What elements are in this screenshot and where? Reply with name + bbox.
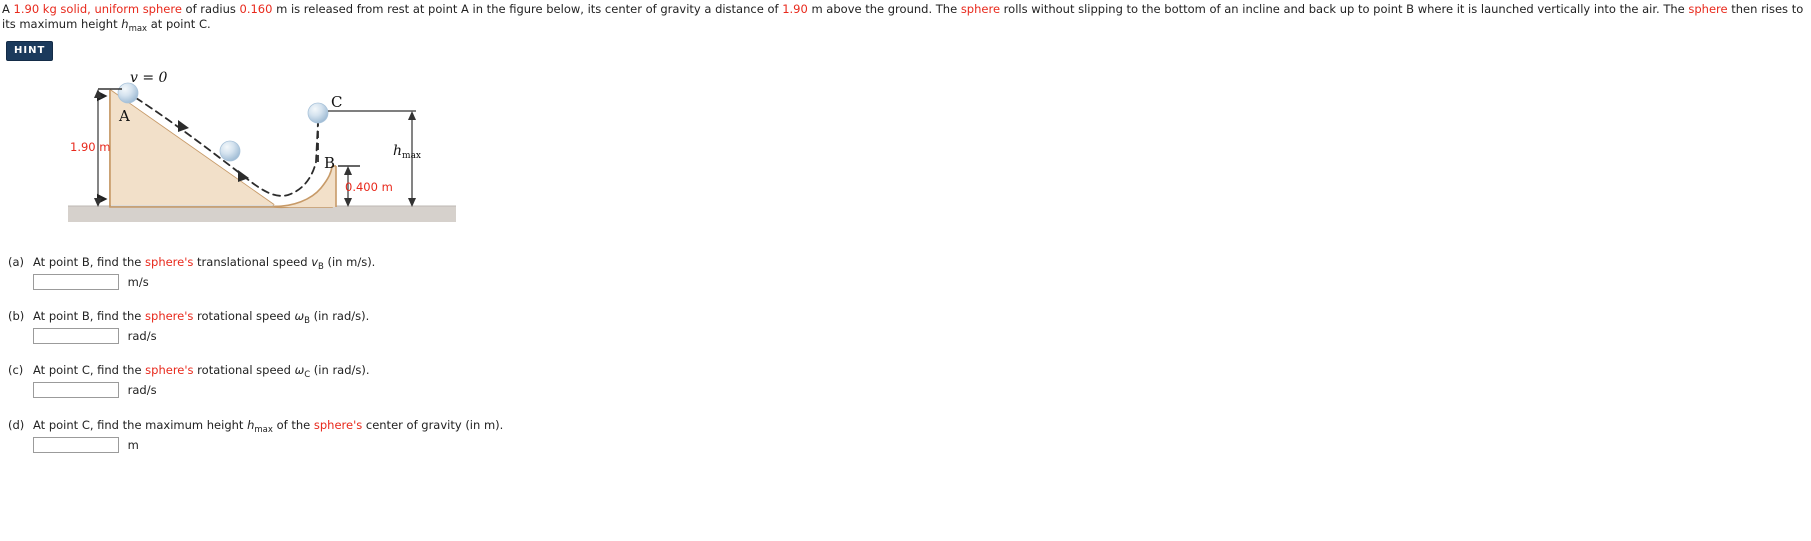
problem-hmax-symbol: h [121,17,129,31]
dim-arrowhead-up-190 [94,89,102,98]
part-c-unit: rad/s [127,383,157,397]
part-d-question: At point C, find the maximum height hmax… [33,418,504,435]
part-a-tag: (a) [8,255,25,269]
part-c-symbol: ω [294,363,305,377]
part-c-answer-row: rad/s [33,382,157,398]
part-b-text-before: At point B, find the [33,309,146,323]
part-b-highlight: sphere's [145,309,194,323]
part-a-text-before: At point B, find the [33,255,146,269]
physics-figure: v = 0 A B C hmax 1.90 m 0.400 m [60,62,480,234]
part-d-text-before: At point C, find the maximum height [33,418,248,432]
part-d-answer-input[interactable] [33,437,119,453]
problem-text-c: of radius [181,2,240,16]
problem-text-a: A [2,2,14,16]
part-c-text-before: At point C, find the [33,363,146,377]
figure-label-hmax: hmax [393,143,422,161]
part-c-text-after: rotational speed [193,363,295,377]
problem-text-e: m above the ground. The [807,2,961,16]
problem-sphere-word-1: sphere [960,2,1001,16]
part-b-text-end: (in rad/s). [309,309,370,323]
problem-sphere-word-2: sphere [1688,2,1728,16]
part-d-tag: (d) [8,418,25,432]
part-b-answer-row: rad/s [33,328,157,344]
part-a-highlight: sphere's [145,255,194,269]
part-a-question: At point B, find the sphere's translatio… [33,255,376,272]
part-b-symbol-sub: B [304,316,310,326]
part-d-text-end: center of gravity (in m). [362,418,504,432]
part-c-symbol-sub: C [304,370,311,380]
problem-sphere-descriptor: solid, uniform sphere [60,2,182,16]
figure-hmax-symbol: h [393,143,403,159]
part-a-unit: m/s [127,275,149,289]
problem-text-f: rolls without slipping to the bottom of … [1000,2,1689,16]
part-d-highlight: sphere's [313,418,363,432]
part-c-text-end: (in rad/s). [310,363,370,377]
part-a-text-end: (in m/s). [323,255,376,269]
part-b-tag: (b) [8,309,25,323]
figure-label-a: A [119,107,130,125]
part-a-symbol-sub: B [318,262,324,272]
part-d-text-after: of the [272,418,314,432]
part-d-hmax-sub: max [254,425,273,435]
trajectory-arrow-2 [238,170,249,182]
hint-button[interactable]: HINT [6,41,54,61]
sphere-at-C [307,102,329,124]
figure-hmax-subscript: max [402,151,422,161]
sphere-on-incline [219,140,241,162]
ground-surface [68,206,456,222]
part-b-question: At point B, find the sphere's rotational… [33,309,370,326]
trajectory-arrow-1 [178,120,189,132]
figure-dimension-launch-height: 0.400 m [345,180,393,194]
part-c-answer-input[interactable] [33,382,119,398]
part-a-answer-input[interactable] [33,274,119,290]
part-c-question: At point C, find the sphere's rotational… [33,363,370,380]
problem-radius-value: 0.160 [239,2,273,16]
problem-statement: A 1.90 kg solid, uniform sphere of radiu… [2,2,1807,34]
problem-text-d: m is released from rest at point A in th… [272,2,783,16]
part-d-answer-row: m [33,437,139,453]
figure-label-c: C [331,93,343,111]
part-d-unit: m [127,438,139,452]
problem-hmax-subscript: max [128,24,148,34]
part-a-symbol: v [311,255,318,269]
figure-label-v0: v = 0 [130,70,168,86]
part-b-symbol: ω [294,309,305,323]
part-b-unit: rad/s [127,329,157,343]
part-b-text-after: rotational speed [193,309,295,323]
sphere-at-A [117,82,139,104]
problem-text-h: at point C. [147,17,211,31]
problem-height-value: 1.90 [782,2,808,16]
part-c-tag: (c) [8,363,24,377]
figure-label-b: B [324,154,336,172]
figure-dimension-height: 1.90 m [70,140,111,154]
part-a-answer-row: m/s [33,274,149,290]
part-c-highlight: sphere's [145,363,194,377]
part-a-text-after: translational speed [193,255,312,269]
problem-mass-value: 1.90 [13,2,40,16]
problem-text-b: kg [39,2,61,16]
part-b-answer-input[interactable] [33,328,119,344]
